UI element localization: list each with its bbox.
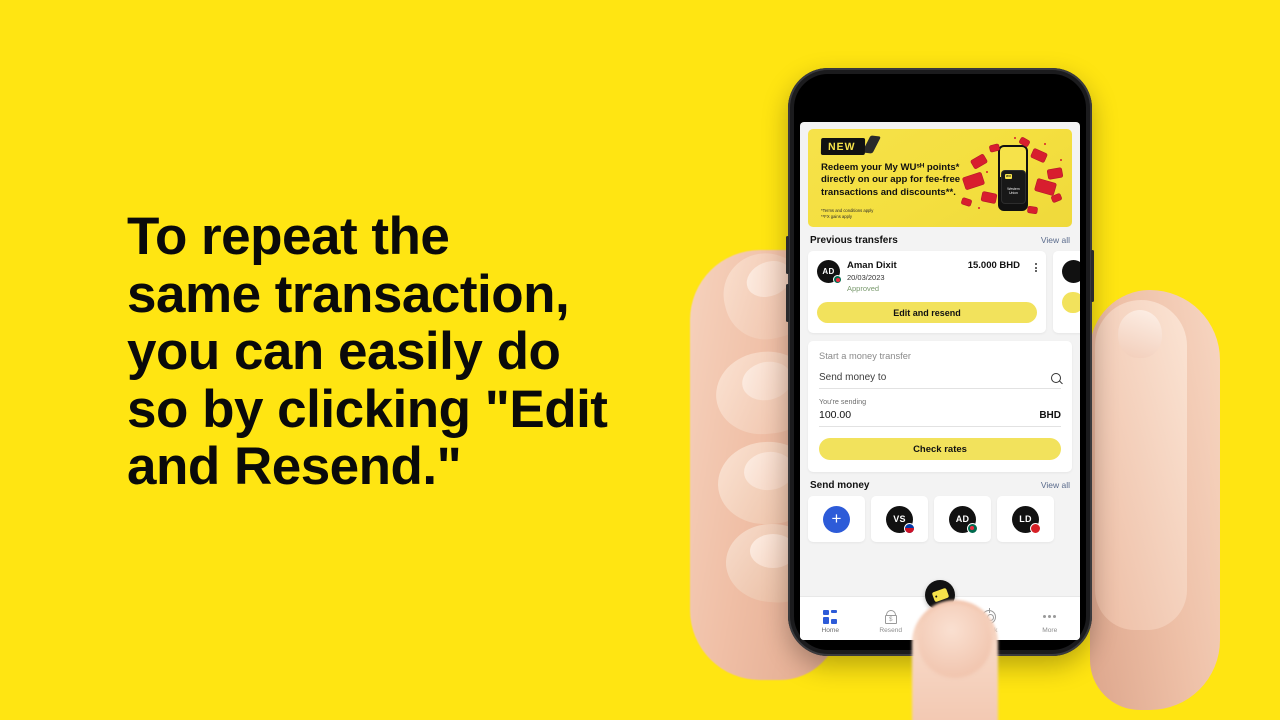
nav-label: Home — [821, 627, 840, 634]
volume-down-button[interactable] — [786, 284, 789, 322]
promo-illustration: WU Western Union — [960, 135, 1068, 223]
power-button[interactable] — [1091, 250, 1094, 302]
avatar: AD — [817, 260, 842, 284]
person-tile[interactable]: VS — [871, 496, 928, 542]
promo-fine-print: *Terms and conditions apply **FX gains a… — [821, 208, 874, 220]
promo-discount-tag — [1027, 206, 1038, 214]
new-badge-flap-icon — [861, 135, 882, 154]
volume-up-button[interactable] — [786, 236, 789, 274]
person-tile[interactable]: LD — [997, 496, 1054, 542]
phone-screen: NEW Redeem your My WUˢᴴ points* directly… — [800, 122, 1080, 640]
previous-transfers-view-all[interactable]: View all — [1041, 235, 1070, 245]
page-title: To repeat the same transaction, you can … — [127, 207, 608, 496]
avatar: AD — [949, 505, 978, 534]
avatar-initials: LD — [1019, 514, 1032, 524]
avatar — [1062, 260, 1080, 283]
previous-transfers-header: Previous transfers View all — [800, 227, 1080, 251]
edit-and-resend-button[interactable] — [1062, 292, 1080, 313]
country-flag-icon — [1030, 522, 1041, 534]
transfer-date: 20/03/2023 — [847, 273, 885, 282]
youre-sending-label: You're sending — [819, 397, 867, 406]
search-icon[interactable] — [1051, 372, 1061, 383]
promo-discount-tag — [962, 172, 985, 190]
more-dots-icon — [1043, 609, 1057, 624]
previous-transfers-title: Previous transfers — [810, 235, 898, 246]
person-tile[interactable]: AD — [934, 496, 991, 542]
promo-banner[interactable]: NEW Redeem your My WUˢᴴ points* directly… — [808, 129, 1072, 227]
promo-headline: Redeem your My WUˢᴴ points* directly on … — [821, 162, 961, 198]
currency-label[interactable]: BHD — [1039, 410, 1061, 421]
promo-discount-tag — [1034, 178, 1057, 196]
avatar-initials: AD — [955, 514, 970, 524]
send-money-to-field[interactable]: Send money to — [819, 372, 1061, 389]
transfer-card-top — [1062, 260, 1080, 283]
send-money-to-placeholder: Send money to — [819, 372, 887, 383]
previous-transfers-carousel[interactable]: AD Aman Dixit 20/03/2023 Approved 15.000… — [800, 251, 1080, 333]
nav-item-home[interactable]: Home — [800, 603, 861, 634]
promo-card-chip: WU — [1005, 174, 1012, 179]
promo-confetti-dot — [986, 171, 988, 173]
add-recipient-tile[interactable]: + — [808, 496, 865, 542]
promo-confetti-dot — [1014, 137, 1016, 139]
nav-label: Resend — [879, 627, 903, 634]
amount-field[interactable]: 100.00 BHD — [819, 409, 1061, 427]
promo-discount-tag — [961, 197, 972, 207]
transfer-details: Aman Dixit 20/03/2023 Approved — [847, 260, 897, 293]
promo-discount-tag — [1030, 148, 1048, 163]
start-transfer-label: Start a money transfer — [819, 351, 911, 361]
resend-money-icon — [884, 609, 898, 624]
transfer-amount: 15.000 BHD — [967, 260, 1020, 271]
nav-item-more[interactable]: More — [1020, 603, 1081, 634]
transfer-card[interactable]: AD Aman Dixit 20/03/2023 Approved 15.000… — [808, 251, 1046, 333]
slide-canvas: To repeat the same transaction, you can … — [0, 0, 1280, 720]
check-rates-button[interactable]: Check rates — [819, 438, 1061, 460]
start-money-transfer-card: Start a money transfer Send money to You… — [808, 341, 1072, 472]
bangladesh-flag-icon — [833, 275, 842, 284]
amount-input[interactable]: 100.00 — [819, 409, 851, 421]
new-badge: NEW — [820, 138, 865, 155]
home-grid-icon — [823, 609, 838, 624]
send-money-title: Send money — [810, 480, 870, 491]
recipient-name: Aman Dixit — [847, 260, 897, 271]
right-hand-thumb-tip — [918, 604, 992, 678]
send-money-people-row[interactable]: + VS AD LD — [800, 496, 1080, 542]
promo-discount-tag — [970, 154, 988, 169]
promo-discount-tag — [1047, 167, 1063, 180]
transfer-card-next-peek[interactable] — [1053, 251, 1080, 333]
promo-confetti-dot — [1060, 159, 1062, 161]
promo-confetti-dot — [978, 207, 980, 209]
status-badge: Approved — [847, 284, 880, 293]
philippines-flag-icon — [904, 522, 915, 534]
transfer-card-top: AD Aman Dixit 20/03/2023 Approved 15.000… — [817, 260, 1037, 293]
edit-and-resend-button[interactable]: Edit and resend — [817, 302, 1037, 323]
nav-item-resend[interactable]: Resend — [861, 603, 922, 634]
promo-confetti-dot — [1044, 143, 1046, 145]
bangladesh-flag-icon — [967, 522, 978, 534]
phone-device: NEW Redeem your My WUˢᴴ points* directly… — [786, 68, 1094, 656]
avatar-initials: AD — [822, 267, 835, 276]
more-options-icon[interactable] — [1035, 260, 1037, 272]
send-money-view-all[interactable]: View all — [1041, 480, 1070, 490]
add-recipient-icon[interactable]: + — [823, 505, 850, 533]
nav-label: More — [1042, 627, 1058, 634]
promo-card-label: Western Union — [1007, 187, 1020, 196]
avatar-initials: VS — [893, 514, 906, 524]
avatar: VS — [886, 505, 915, 534]
right-hand-thumbnail — [1118, 310, 1162, 358]
send-money-header: Send money View all — [800, 472, 1080, 496]
promo-discount-tag — [981, 191, 997, 204]
avatar: LD — [1012, 505, 1041, 534]
